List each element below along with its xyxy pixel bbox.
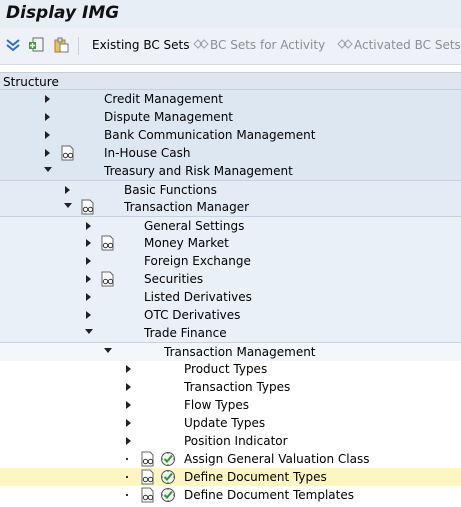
documentation-glasses-icon[interactable] xyxy=(140,469,156,485)
tree-node-bank-communication-management[interactable]: Bank Communication Management xyxy=(0,126,461,144)
expand-arrow-icon[interactable] xyxy=(44,90,54,108)
documentation-glasses-icon[interactable] xyxy=(140,487,156,503)
expand-arrow-icon[interactable] xyxy=(125,414,135,432)
tree-node-label: In-House Cash xyxy=(104,146,191,160)
tree-node-dispute-management[interactable]: Dispute Management xyxy=(0,108,461,126)
bc-sets-for-activity-button[interactable]: BC Sets for Activity xyxy=(193,38,325,52)
tree-node-label: Product Types xyxy=(184,362,268,376)
expand-arrow-icon[interactable] xyxy=(125,360,135,378)
tree-node-label: Securities xyxy=(144,272,204,286)
clipboard-icon[interactable] xyxy=(53,37,69,53)
collapse-arrow-icon[interactable] xyxy=(43,162,53,180)
activated-bc-sets-button[interactable]: Activated BC Sets f xyxy=(337,38,461,52)
tree-node-label: Credit Management xyxy=(104,92,223,106)
documentation-glasses-icon[interactable] xyxy=(100,271,116,287)
documentation-glasses-icon[interactable] xyxy=(60,145,76,161)
tree-node-label: Transaction Types xyxy=(184,380,291,394)
tree-node-label: Define Document Templates xyxy=(184,488,354,502)
leaf-bullet xyxy=(126,494,128,496)
expand-arrow-icon[interactable] xyxy=(85,306,95,324)
tree-node-transaction-manager[interactable]: Transaction Manager xyxy=(0,198,461,216)
expand-arrow-icon[interactable] xyxy=(85,217,95,235)
expand-arrow-icon[interactable] xyxy=(44,144,54,162)
tree-node-general-settings[interactable]: General Settings xyxy=(0,216,461,235)
expand-arrow-icon[interactable] xyxy=(85,270,95,288)
execute-activity-icon[interactable] xyxy=(160,469,176,485)
bc-sets-for-activity-label: BC Sets for Activity xyxy=(210,38,326,52)
tree-node-otc-derivatives[interactable]: OTC Derivatives xyxy=(0,306,461,324)
tree-node-label: Dispute Management xyxy=(104,110,233,124)
tree-node-label: General Settings xyxy=(144,219,245,233)
tree-node-credit-management[interactable]: Credit Management xyxy=(0,90,461,108)
tree-node-transaction-management[interactable]: Transaction Management xyxy=(0,342,461,361)
tree-node-money-market[interactable]: Money Market xyxy=(0,234,461,252)
documentation-glasses-icon[interactable] xyxy=(100,235,116,251)
tree-node-product-types[interactable]: Product Types xyxy=(0,360,461,378)
structure-header: Structure xyxy=(0,72,461,90)
expand-arrow-icon[interactable] xyxy=(125,378,135,396)
activated-bc-sets-label: Activated BC Sets f xyxy=(354,38,461,52)
expand-arrow-icon[interactable] xyxy=(64,181,74,199)
documentation-glasses-icon[interactable] xyxy=(140,451,156,467)
expand-arrow-icon[interactable] xyxy=(44,126,54,144)
tree-node-label: Flow Types xyxy=(184,398,250,412)
tree-node-trade-finance[interactable]: Trade Finance xyxy=(0,324,461,342)
tree-node-label: Basic Functions xyxy=(124,183,217,197)
collapse-arrow-icon[interactable] xyxy=(63,198,73,216)
expand-arrow-icon[interactable] xyxy=(125,396,135,414)
execute-activity-icon[interactable] xyxy=(160,451,176,467)
leaf-bullet xyxy=(126,476,128,478)
tree-node-label: Bank Communication Management xyxy=(104,128,316,142)
tree-node-label: Define Document Types xyxy=(184,470,327,484)
expand-arrow-icon[interactable] xyxy=(44,108,54,126)
collapse-arrow-icon[interactable] xyxy=(84,324,94,342)
tree-node-label: Position Indicator xyxy=(184,434,288,448)
sub-tree-icon[interactable] xyxy=(28,37,44,53)
toolbar: Existing BC Sets BC Sets for Activity Ac… xyxy=(0,28,461,65)
tree-node-label: Listed Derivatives xyxy=(144,290,252,304)
bc-sets-icon xyxy=(193,38,209,50)
tree-node-basic-functions[interactable]: Basic Functions xyxy=(0,180,461,199)
tree-node-update-types[interactable]: Update Types xyxy=(0,414,461,432)
tree-node-label: OTC Derivatives xyxy=(144,308,241,322)
existing-bc-sets-button[interactable]: Existing BC Sets xyxy=(92,38,190,52)
tree-node-label: Money Market xyxy=(144,236,229,250)
tree-node-define-document-templates[interactable]: Define Document Templates xyxy=(0,486,461,504)
tree-node-flow-types[interactable]: Flow Types xyxy=(0,396,461,414)
expand-all-icon[interactable] xyxy=(5,37,21,53)
tree-node-position-indicator[interactable]: Position Indicator xyxy=(0,432,461,450)
tree-node-foreign-exchange[interactable]: Foreign Exchange xyxy=(0,252,461,270)
tree-node-label: Foreign Exchange xyxy=(144,254,251,268)
tree-node-define-document-types[interactable]: Define Document Types xyxy=(0,468,461,486)
tree-node-in-house-cash[interactable]: In-House Cash xyxy=(0,144,461,162)
execute-activity-icon[interactable] xyxy=(160,487,176,503)
leaf-bullet xyxy=(126,458,128,460)
window-title: Display IMG xyxy=(6,3,120,23)
tree-node-label: Assign General Valuation Class xyxy=(184,452,370,466)
collapse-arrow-icon[interactable] xyxy=(103,343,113,361)
tree-node-treasury-risk-management[interactable]: Treasury and Risk Management xyxy=(0,162,461,180)
expand-arrow-icon[interactable] xyxy=(85,234,95,252)
tree-node-label: Update Types xyxy=(184,416,266,430)
tree-node-label: Trade Finance xyxy=(144,326,227,340)
activated-bc-sets-icon xyxy=(337,38,353,50)
documentation-glasses-icon[interactable] xyxy=(80,199,96,215)
tree-node-assign-general-valuation-class[interactable]: Assign General Valuation Class xyxy=(0,450,461,468)
tree-node-listed-derivatives[interactable]: Listed Derivatives xyxy=(0,288,461,306)
tree-node-securities[interactable]: Securities xyxy=(0,270,461,288)
tree-node-transaction-types[interactable]: Transaction Types xyxy=(0,378,461,396)
toolbar-separator xyxy=(78,37,79,55)
title-bar: Display IMG xyxy=(0,0,461,28)
tree-node-label: Treasury and Risk Management xyxy=(104,164,293,178)
expand-arrow-icon[interactable] xyxy=(85,252,95,270)
expand-arrow-icon[interactable] xyxy=(125,432,135,450)
expand-arrow-icon[interactable] xyxy=(85,288,95,306)
tree-node-label: Transaction Management xyxy=(164,345,316,359)
tree-node-label: Transaction Manager xyxy=(124,200,250,214)
